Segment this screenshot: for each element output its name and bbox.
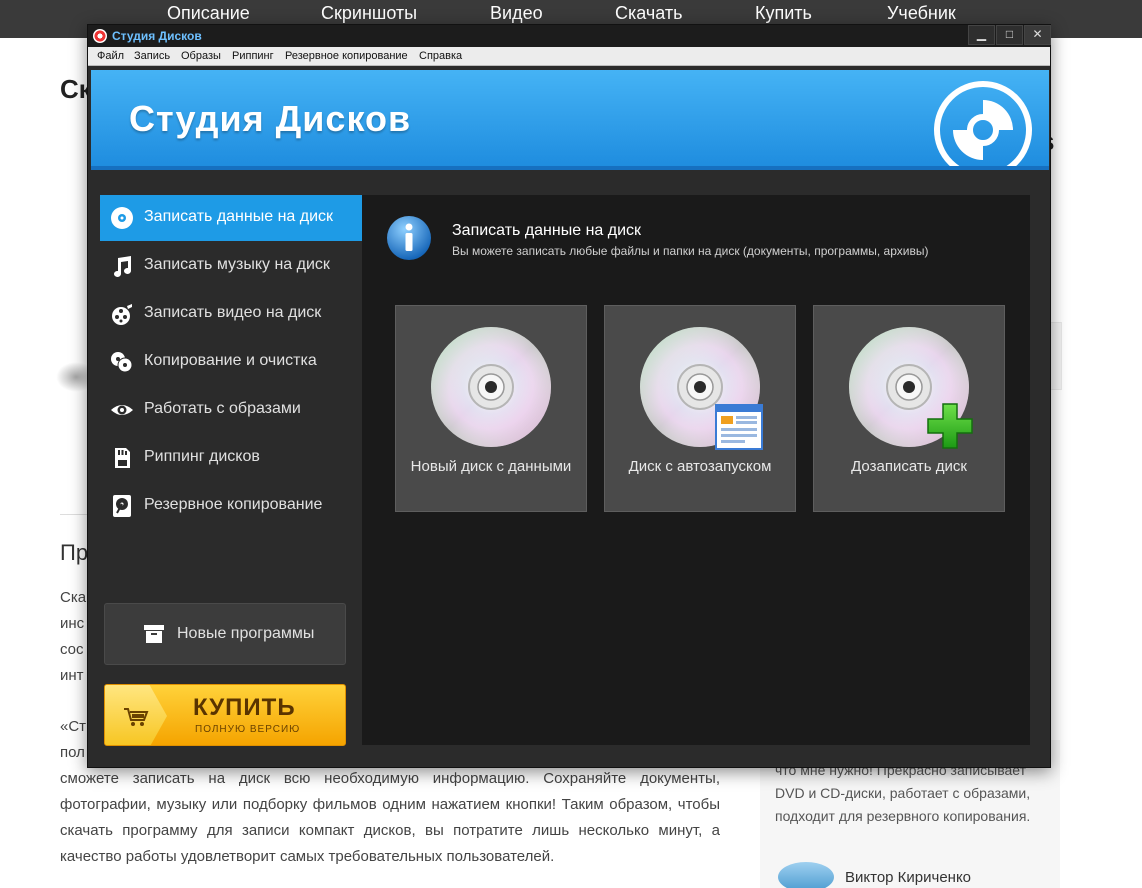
sd-card-icon xyxy=(115,448,130,468)
sidebar-item-copy-erase[interactable]: Копирование и очистка xyxy=(100,339,362,385)
info-icon xyxy=(387,216,431,260)
app-window: Студия Дисков ▁ □ ✕ Файл Запись Образы Р… xyxy=(87,24,1051,768)
tile-append-disc[interactable]: Дозаписать диск xyxy=(813,305,1005,512)
site-nav-download[interactable]: Скачать xyxy=(615,3,683,24)
hard-drive-icon xyxy=(113,495,131,517)
site-paragraph: сможете записать на диск всю необходимую… xyxy=(60,770,720,865)
sidebar-item-label: Копирование и очистка xyxy=(144,352,317,369)
content-title: Записать данные на диск xyxy=(452,222,642,239)
banner-disc-icon xyxy=(934,81,1032,166)
content-panel: Записать данные на диск Вы можете записа… xyxy=(362,195,1030,745)
sidebar-item-label: Работать с образами xyxy=(144,400,301,417)
site-text-fragment: «Ст xyxy=(60,718,87,735)
site-section-title: Пр xyxy=(60,540,89,565)
site-nav-description[interactable]: Описание xyxy=(167,3,250,24)
tile-label: Дозаписать диск xyxy=(851,458,967,475)
site-text-fragment: сос xyxy=(60,641,84,658)
tile-label: Новый диск с данными xyxy=(410,458,572,475)
film-reel-icon xyxy=(112,304,132,325)
menu-images[interactable]: Образы xyxy=(181,50,221,62)
sidebar-item-label: Записать данные на диск xyxy=(144,208,334,225)
disc-icon xyxy=(111,207,133,229)
sidebar-item-images[interactable]: Работать с образами xyxy=(100,387,362,433)
eye-icon xyxy=(111,405,133,415)
new-programs-label: Новые программы xyxy=(177,625,315,642)
window-title: Студия Дисков xyxy=(112,29,202,43)
cd-disc-icon xyxy=(431,327,551,447)
site-nav-video[interactable]: Видео xyxy=(490,3,543,24)
sidebar-item-burn-music[interactable]: Записать музыку на диск xyxy=(100,243,362,289)
new-programs-button[interactable]: Новые программы xyxy=(104,603,346,665)
site-text-fragment: Ска xyxy=(60,589,87,606)
menu-ripping[interactable]: Риппинг xyxy=(232,50,274,62)
site-text-fragment: инс xyxy=(60,615,85,632)
sidebar-item-label: Записать музыку на диск xyxy=(144,256,330,273)
menu-help[interactable]: Справка xyxy=(419,50,462,62)
desktop-screenshot: Описание Скриншоты Видео Скачать Купить … xyxy=(0,0,1142,888)
menu-backup[interactable]: Резервное копирование xyxy=(285,50,408,62)
review-author: Виктор Кириченко xyxy=(845,869,972,886)
banner-title: Студия Дисков xyxy=(129,98,412,139)
sidebar-item-label: Записать видео на диск xyxy=(144,304,322,321)
buy-label: КУПИТЬ xyxy=(193,694,296,721)
window-controls: ▁ □ ✕ xyxy=(968,25,1052,47)
box-icon xyxy=(144,625,164,643)
menu-file[interactable]: Файл xyxy=(97,50,124,62)
sidebar-item-burn-video[interactable]: Записать видео на диск xyxy=(100,291,362,337)
app-banner: Студия Дисков xyxy=(91,70,1049,170)
tile-new-data-disc[interactable]: Новый диск с данными xyxy=(395,305,587,512)
window-titlebar[interactable]: Студия Дисков ▁ □ ✕ xyxy=(88,25,1052,47)
maximize-button[interactable]: □ xyxy=(996,25,1023,45)
sidebar: Записать данные на диск Записать музыку … xyxy=(100,195,376,605)
sidebar-item-label: Риппинг дисков xyxy=(144,448,260,465)
site-nav-tutorial[interactable]: Учебник xyxy=(887,3,956,24)
content-subtitle: Вы можете записать любые файлы и папки н… xyxy=(452,244,929,258)
sidebar-item-ripping[interactable]: Риппинг дисков xyxy=(100,435,362,481)
tile-autorun-disc[interactable]: Диск с автозапуском xyxy=(604,305,796,512)
music-note-icon xyxy=(114,256,131,277)
minimize-button[interactable]: ▁ xyxy=(968,25,995,45)
plus-icon xyxy=(927,403,973,449)
sidebar-item-backup[interactable]: Резервное копирование xyxy=(100,483,362,529)
sidebar-item-burn-data[interactable]: Записать данные на диск xyxy=(100,195,376,241)
shopping-cart-icon xyxy=(124,708,149,726)
site-review-text: что мне нужно! Прекрасно записывает DVD … xyxy=(775,762,1031,824)
site-divider xyxy=(60,514,90,515)
app-logo-icon xyxy=(93,29,107,43)
close-button[interactable]: ✕ xyxy=(1024,25,1051,45)
buy-full-version-button[interactable]: КУПИТЬ ПОЛНУЮ ВЕРСИЮ xyxy=(104,684,346,746)
buy-sublabel: ПОЛНУЮ ВЕРСИЮ xyxy=(195,724,301,735)
tile-label: Диск с автозапуском xyxy=(628,458,772,475)
site-nav-buy[interactable]: Купить xyxy=(755,3,812,24)
menu-bar: Файл Запись Образы Риппинг Резервное коп… xyxy=(88,47,1050,66)
menu-record[interactable]: Запись xyxy=(134,50,170,62)
window-icon xyxy=(715,404,763,450)
site-text-fragment: инт xyxy=(60,667,84,684)
sidebar-item-label: Резервное копирование xyxy=(144,496,323,513)
site-text-fragment: пол xyxy=(60,744,85,761)
site-nav-screenshots[interactable]: Скриншоты xyxy=(321,3,417,24)
copy-discs-icon xyxy=(111,352,133,373)
author-avatar xyxy=(778,862,834,888)
